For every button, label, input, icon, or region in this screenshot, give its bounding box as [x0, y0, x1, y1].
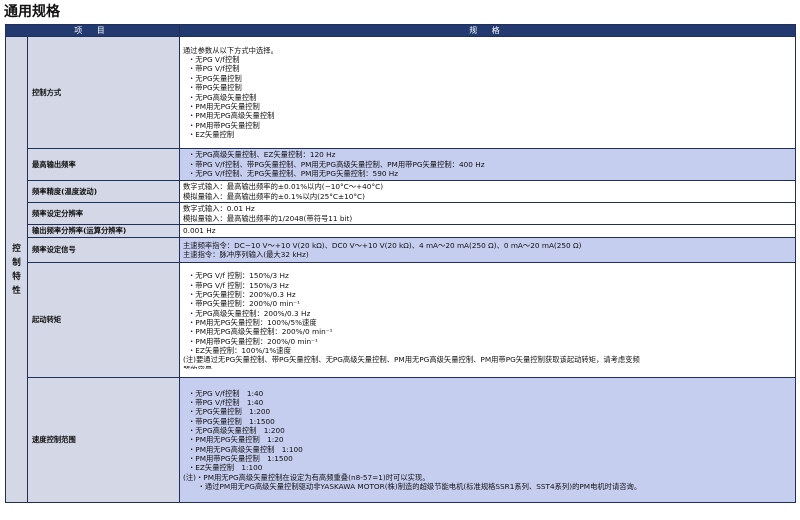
table-header-row: 项 目 规 格 — [4, 24, 797, 37]
row-spec-value: ・无PG高级矢量控制、EZ矢量控制：120 Hz ・带PG V/f控制、带PG矢… — [179, 148, 797, 181]
row-item-label: 输出频率分辨率(运算分辨率) — [26, 224, 181, 238]
table-row: 频率设定信号 主速频率指令：DC−10 V～+10 V(20 kΩ)、DC0 V… — [6, 237, 797, 263]
row-spec-value: ・无PG V/f 控制：150%/3 Hz ・带PG V/f 控制：150%/3… — [179, 262, 797, 378]
table-row: 输出频率分辨率(运算分辨率) 0.001 Hz — [6, 224, 797, 238]
row-item-label: 频率设定信号 — [26, 237, 181, 263]
page-title: 通用规格 — [4, 4, 60, 20]
table-row: 控 制 特 性 控制方式 通过参数从以下方式中选择。 ・无PG V/f控制 ・带… — [5, 36, 797, 503]
row-spec-value: 主速频率指令：DC−10 V～+10 V(20 kΩ)、DC0 V～+10 V(… — [179, 237, 797, 263]
header-spec: 规 格 — [179, 24, 797, 37]
row-item-label: 频率设定分辨率 — [26, 202, 181, 225]
row-spec-value: 数字式输入：最高输出频率的±0.01%以内(−10°C～+40°C) 模拟量输入… — [179, 180, 797, 203]
table-row: 最高输出频率 ・无PG高级矢量控制、EZ矢量控制：120 Hz ・带PG V/f… — [6, 148, 797, 181]
row-item-label: 速度控制范围 — [26, 377, 181, 503]
row-item-label: 起动转矩 — [26, 262, 181, 378]
table-row: 速度控制范围 ・无PG V/f控制 1:40 ・带PG V/f控制 1:40 ・… — [6, 377, 797, 503]
row-spec-value: 0.001 Hz — [179, 224, 797, 238]
group-label: 控 制 特 性 — [5, 36, 28, 503]
row-spec-value: 通过参数从以下方式中选择。 ・无PG V/f控制 ・带PG V/f控制 ・无PG… — [179, 36, 797, 149]
header-item: 项 目 — [4, 24, 181, 37]
table-row: 起动转矩 ・无PG V/f 控制：150%/3 Hz ・带PG V/f 控制：1… — [6, 262, 797, 378]
table-row: 频率设定分辨率 数字式输入：0.01 Hz 模拟量输入：最高输出频率的1/204… — [6, 202, 797, 225]
table-row: 频率精度(温度波动) 数字式输入：最高输出频率的±0.01%以内(−10°C～+… — [6, 180, 797, 203]
row-item-label: 最高输出频率 — [26, 148, 181, 181]
row-spec-value: 数字式输入：0.01 Hz 模拟量输入：最高输出频率的1/2048(带符号11 … — [179, 202, 797, 225]
spec-table: 项 目 规 格 控 制 特 性 控制方式 通过参数从以下方式中选择。 ・无PG … — [4, 24, 797, 503]
row-item-label: 控制方式 — [26, 36, 181, 149]
row-spec-value: ・无PG V/f控制 1:40 ・带PG V/f控制 1:40 ・无PG矢量控制… — [179, 377, 797, 503]
row-item-label: 频率精度(温度波动) — [26, 180, 181, 203]
